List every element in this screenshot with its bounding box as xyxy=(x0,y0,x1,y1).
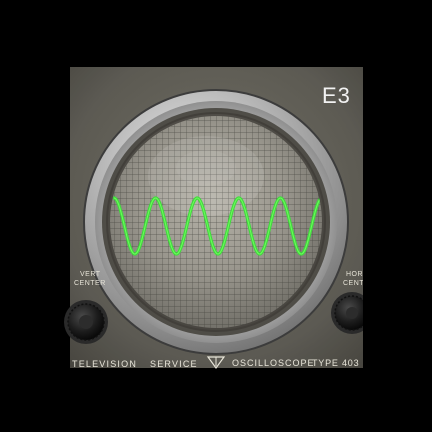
corner-label: E3 xyxy=(322,83,351,108)
vert-center-knob[interactable] xyxy=(64,300,108,344)
oscilloscope-photo: E3 VERT CENTER HOR CENT TELEVISION SERVI… xyxy=(0,0,432,432)
left-knob-label-bottom: CENTER xyxy=(74,280,106,287)
left-knob-label-top: VERT xyxy=(80,271,101,278)
right-mask xyxy=(363,60,432,380)
panel-text-television: TELEVISION xyxy=(72,359,137,369)
panel-text-type: TYPE 403 xyxy=(312,358,359,368)
right-knob-label-bottom: CENT xyxy=(343,280,364,287)
panel-text-oscilloscope: OSCILLOSCOPE xyxy=(232,358,315,368)
bottom-mask xyxy=(60,368,380,432)
right-knob-label-top: HOR xyxy=(346,271,363,278)
panel-text-service: SERVICE xyxy=(150,359,198,369)
